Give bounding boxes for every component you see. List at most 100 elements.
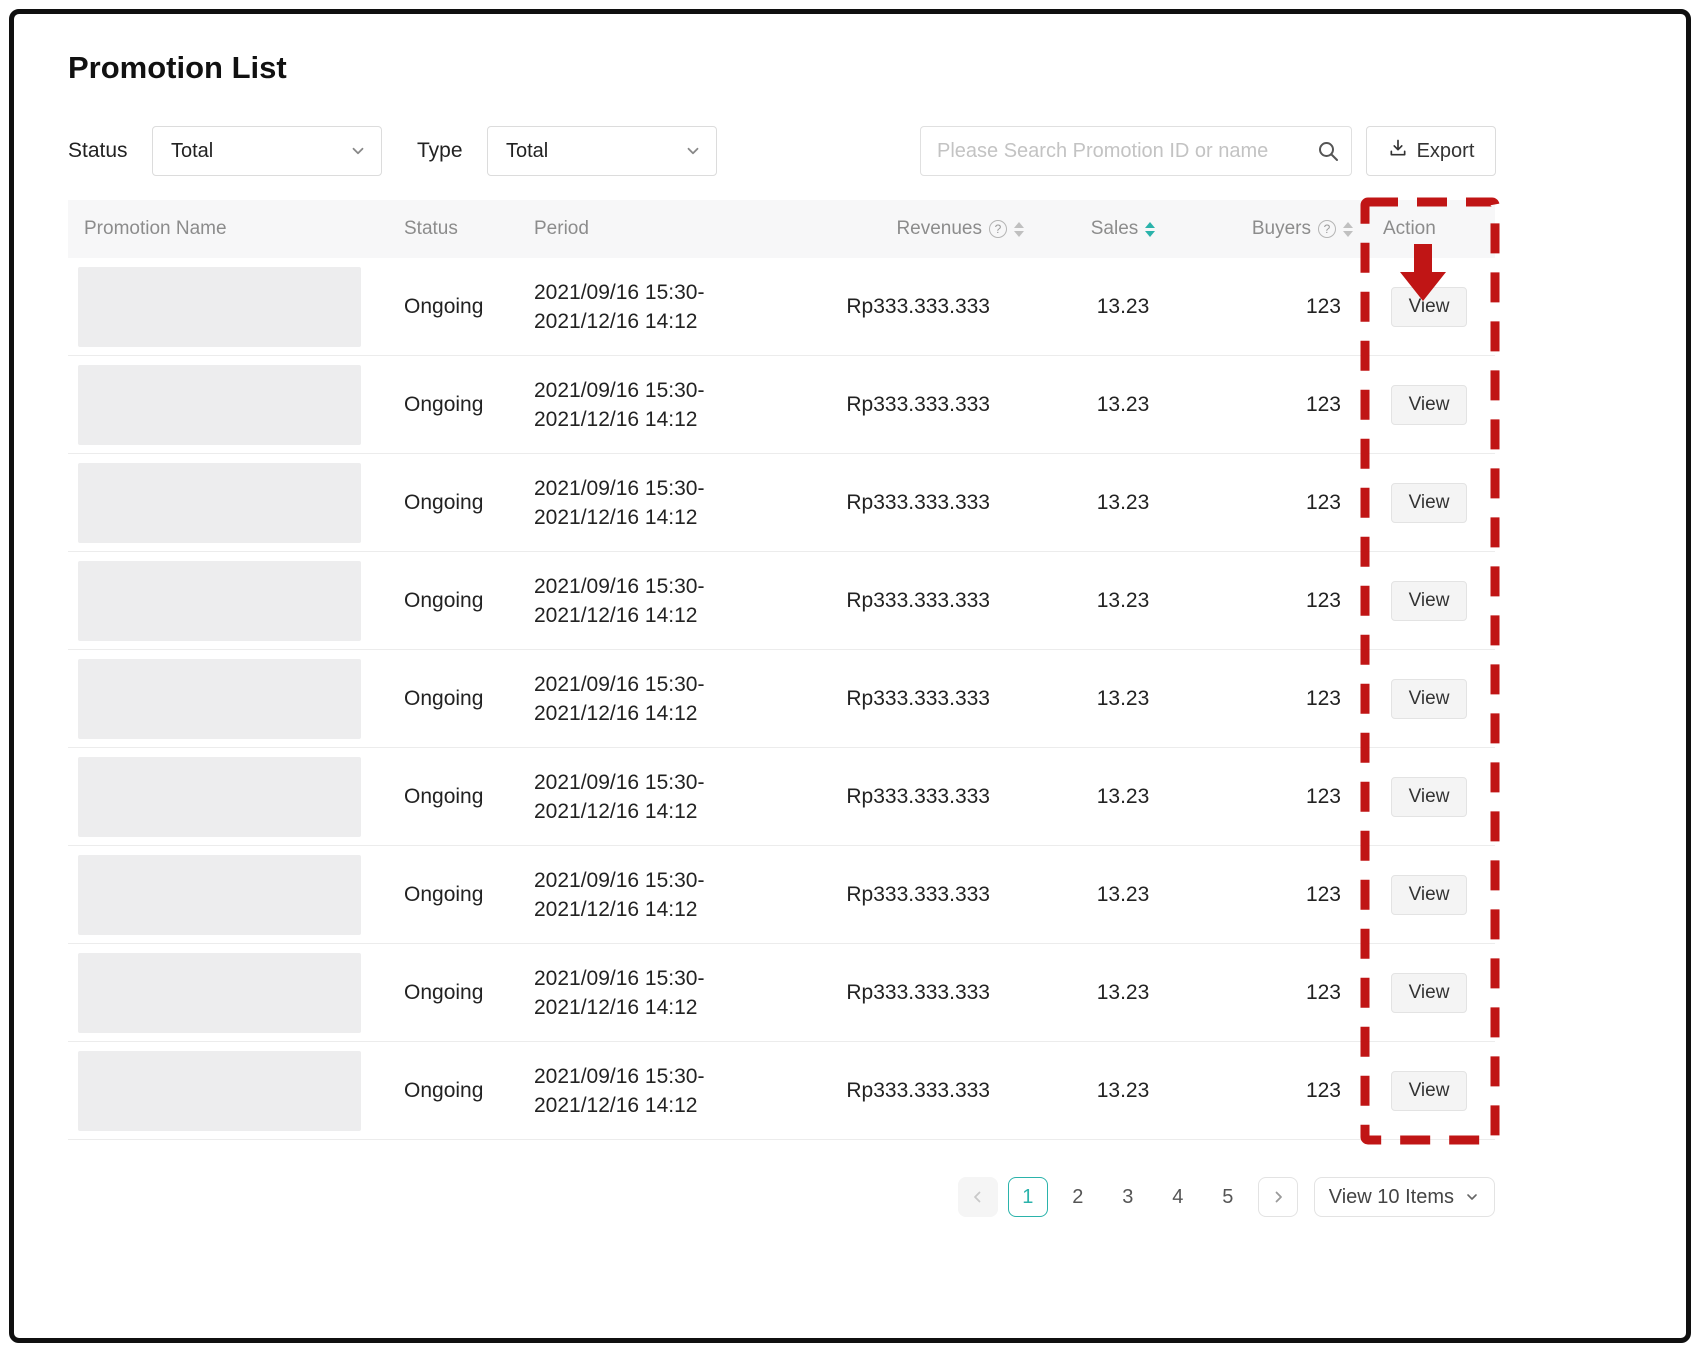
view-button[interactable]: View [1391, 581, 1468, 621]
revenues-cell: Rp333.333.333 [818, 589, 1038, 613]
table-row: Ongoing 2021/09/16 15:30- 2021/12/16 14:… [68, 944, 1495, 1042]
period-start: 2021/09/16 15:30- [534, 964, 818, 993]
revenues-cell: Rp333.333.333 [818, 1079, 1038, 1103]
action-cell: View [1363, 777, 1495, 817]
period-start: 2021/09/16 15:30- [534, 572, 818, 601]
column-label: Period [534, 218, 589, 240]
buyers-cell: 123 [1208, 491, 1363, 515]
view-button[interactable]: View [1391, 679, 1468, 719]
sort-icon[interactable] [1145, 222, 1155, 237]
page-button-4[interactable]: 4 [1158, 1177, 1198, 1217]
page-button-2[interactable]: 2 [1058, 1177, 1098, 1217]
sales-cell: 13.23 [1038, 687, 1208, 711]
view-button[interactable]: View [1391, 875, 1468, 915]
download-icon [1388, 138, 1408, 164]
period-end: 2021/12/16 14:12 [534, 601, 818, 630]
help-icon[interactable]: ? [1318, 220, 1336, 238]
period-start: 2021/09/16 15:30- [534, 278, 818, 307]
action-cell: View [1363, 875, 1495, 915]
search-input[interactable] [920, 126, 1352, 176]
buyers-cell: 123 [1208, 687, 1363, 711]
sort-icon[interactable] [1014, 222, 1024, 237]
column-header-buyers[interactable]: Buyers ? [1208, 218, 1363, 240]
period-end: 2021/12/16 14:12 [534, 699, 818, 728]
action-cell: View [1363, 385, 1495, 425]
promotion-name-placeholder [78, 659, 361, 739]
view-button[interactable]: View [1391, 385, 1468, 425]
revenues-cell: Rp333.333.333 [818, 393, 1038, 417]
promotion-name-placeholder [78, 953, 361, 1033]
table-row: Ongoing 2021/09/16 15:30- 2021/12/16 14:… [68, 1042, 1495, 1140]
status-cell: Ongoing [388, 687, 518, 711]
status-filter-label: Status [68, 126, 128, 176]
revenues-cell: Rp333.333.333 [818, 491, 1038, 515]
period-cell: 2021/09/16 15:30- 2021/12/16 14:12 [518, 278, 818, 336]
sales-cell: 13.23 [1038, 981, 1208, 1005]
view-button[interactable]: View [1391, 1071, 1468, 1111]
promotion-table: Promotion Name Status Period Revenues ? … [68, 200, 1495, 1140]
help-icon[interactable]: ? [989, 220, 1007, 238]
column-header-period: Period [518, 218, 818, 240]
status-cell: Ongoing [388, 883, 518, 907]
prev-page-button[interactable] [958, 1177, 998, 1217]
status-cell: Ongoing [388, 295, 518, 319]
chevron-down-icon [349, 142, 367, 160]
period-end: 2021/12/16 14:12 [534, 405, 818, 434]
period-start: 2021/09/16 15:30- [534, 768, 818, 797]
action-cell: View [1363, 679, 1495, 719]
period-cell: 2021/09/16 15:30- 2021/12/16 14:12 [518, 670, 818, 728]
table-row: Ongoing 2021/09/16 15:30- 2021/12/16 14:… [68, 356, 1495, 454]
revenues-cell: Rp333.333.333 [818, 785, 1038, 809]
page-size-select[interactable]: View 10 Items [1314, 1177, 1495, 1217]
period-end: 2021/12/16 14:12 [534, 993, 818, 1022]
action-cell: View [1363, 581, 1495, 621]
promotion-name-placeholder [78, 855, 361, 935]
promotion-name-cell [68, 757, 388, 837]
period-start: 2021/09/16 15:30- [534, 376, 818, 405]
promotion-list-page: Promotion List Status Total Type Total [0, 0, 1700, 1352]
view-button[interactable]: View [1391, 287, 1468, 327]
period-cell: 2021/09/16 15:30- 2021/12/16 14:12 [518, 474, 818, 532]
status-filter-select[interactable]: Total [152, 126, 382, 176]
search-icon[interactable] [1316, 139, 1340, 168]
page-button-5[interactable]: 5 [1208, 1177, 1248, 1217]
page-button-3[interactable]: 3 [1108, 1177, 1148, 1217]
buyers-cell: 123 [1208, 393, 1363, 417]
column-header-sales[interactable]: Sales [1038, 218, 1208, 240]
revenues-cell: Rp333.333.333 [818, 981, 1038, 1005]
page-button-1[interactable]: 1 [1008, 1177, 1048, 1217]
period-cell: 2021/09/16 15:30- 2021/12/16 14:12 [518, 572, 818, 630]
next-page-button[interactable] [1258, 1177, 1298, 1217]
sales-cell: 13.23 [1038, 883, 1208, 907]
promotion-name-cell [68, 953, 388, 1033]
period-cell: 2021/09/16 15:30- 2021/12/16 14:12 [518, 866, 818, 924]
action-cell: View [1363, 1071, 1495, 1111]
view-button[interactable]: View [1391, 777, 1468, 817]
export-label: Export [1417, 140, 1475, 163]
status-cell: Ongoing [388, 393, 518, 417]
promotion-name-cell [68, 267, 388, 347]
action-cell: View [1363, 483, 1495, 523]
sales-cell: 13.23 [1038, 589, 1208, 613]
view-button[interactable]: View [1391, 483, 1468, 523]
type-filter-select[interactable]: Total [487, 126, 717, 176]
buyers-cell: 123 [1208, 295, 1363, 319]
sort-icon[interactable] [1343, 222, 1353, 237]
export-button[interactable]: Export [1366, 126, 1496, 176]
column-header-promotion-name: Promotion Name [68, 218, 388, 240]
buyers-cell: 123 [1208, 981, 1363, 1005]
status-cell: Ongoing [388, 589, 518, 613]
buyers-cell: 123 [1208, 883, 1363, 907]
period-start: 2021/09/16 15:30- [534, 670, 818, 699]
table-row: Ongoing 2021/09/16 15:30- 2021/12/16 14:… [68, 258, 1495, 356]
table-row: Ongoing 2021/09/16 15:30- 2021/12/16 14:… [68, 748, 1495, 846]
column-label: Action [1383, 218, 1436, 240]
column-header-revenues[interactable]: Revenues ? [818, 218, 1038, 240]
status-cell: Ongoing [388, 785, 518, 809]
table-row: Ongoing 2021/09/16 15:30- 2021/12/16 14:… [68, 552, 1495, 650]
view-button[interactable]: View [1391, 973, 1468, 1013]
action-cell: View [1363, 973, 1495, 1013]
table-header: Promotion Name Status Period Revenues ? … [68, 200, 1495, 258]
column-label: Status [404, 218, 458, 240]
type-filter-value: Total [506, 140, 548, 163]
